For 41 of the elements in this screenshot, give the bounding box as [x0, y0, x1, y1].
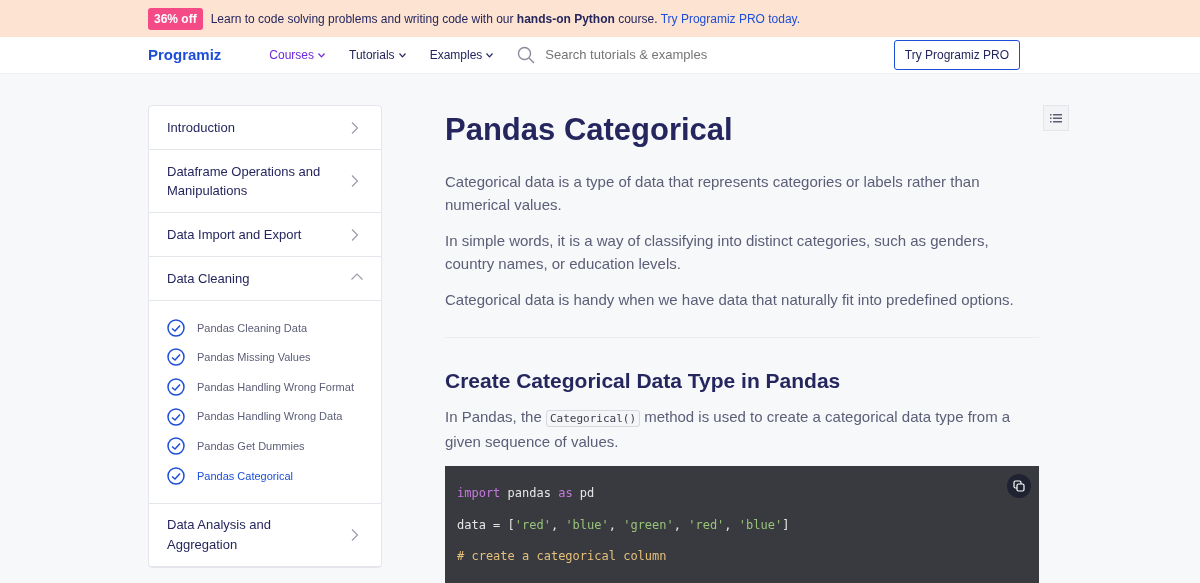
check-circle-icon — [167, 407, 185, 426]
nav-menu[interactable]: Courses — [269, 46, 326, 64]
caret-icon — [318, 52, 326, 58]
page-title: Pandas Categorical — [445, 111, 734, 149]
check-circle-icon — [167, 378, 185, 396]
sidebar-item[interactable]: Data Analysis and Aggregation — [149, 503, 381, 567]
list-icon — [1050, 113, 1062, 123]
logo[interactable]: Programiz — [148, 43, 222, 67]
sidebar-item[interactable]: Data Import and Export — [149, 213, 381, 257]
caret-icon — [486, 52, 494, 58]
paragraph: In simple words, it is a way of classifying into distinct categories, such as genders, country names, or education levels. — [445, 231, 990, 275]
discount-badge: 36% off — [148, 7, 203, 30]
check-circle-icon — [167, 318, 185, 337]
search-icon — [517, 46, 536, 64]
table-of-contents-button[interactable] — [1043, 105, 1069, 131]
paragraph: Categorical data is handy when we have data that naturally fit into predefined options. — [445, 290, 1015, 311]
check-circle-icon — [167, 348, 185, 367]
promo-link[interactable]: Try Programiz PRO today. — [660, 11, 801, 26]
copy-button[interactable] — [1007, 474, 1031, 499]
lesson-link[interactable]: Pandas Handling Wrong Data — [167, 401, 363, 432]
nav-menu[interactable]: Tutorials — [349, 46, 406, 64]
try-pro-button[interactable]: Try Programiz PRO — [893, 40, 1020, 70]
paragraph: Categorical data is a type of data that represents categories or labels rather than numerical values. — [445, 172, 981, 216]
section-heading: Create Categorical Data Type in Pandas — [445, 368, 842, 394]
section-paragraph: In Pandas, the Categorical() method is used to create a categorical data type from a given sequence of values. — [445, 407, 1012, 453]
promo-text: Learn to code solving problems and writing code with our hands-on Python course. Try Programiz PRO today. — [210, 10, 801, 28]
search-field[interactable]: Search tutorials & examples — [543, 44, 804, 66]
code-text: import pandas as pd data = ['red', 'blue', 'green', 'red', 'blue'] # create a categorical column — [457, 486, 790, 565]
lesson-link[interactable]: Pandas Categorical — [167, 460, 363, 491]
sidebar-item[interactable]: Dataframe Operations and Manipulations — [149, 150, 381, 213]
sidebar-item[interactable]: Introduction — [149, 106, 381, 150]
lesson-link[interactable]: Pandas Missing Values — [167, 342, 363, 373]
check-circle-icon — [167, 437, 185, 456]
copy-icon — [1013, 480, 1025, 493]
check-circle-icon — [167, 466, 185, 485]
lesson-link[interactable]: Pandas Handling Wrong Format — [167, 372, 363, 402]
nav-menu[interactable]: Examples — [429, 46, 494, 64]
lesson-link[interactable]: Pandas Get Dummies — [167, 431, 363, 461]
sidebar-item[interactable]: Data Cleaning — [149, 257, 381, 301]
caret-icon — [398, 52, 406, 58]
lesson-link[interactable]: Pandas Cleaning Data — [167, 313, 363, 343]
